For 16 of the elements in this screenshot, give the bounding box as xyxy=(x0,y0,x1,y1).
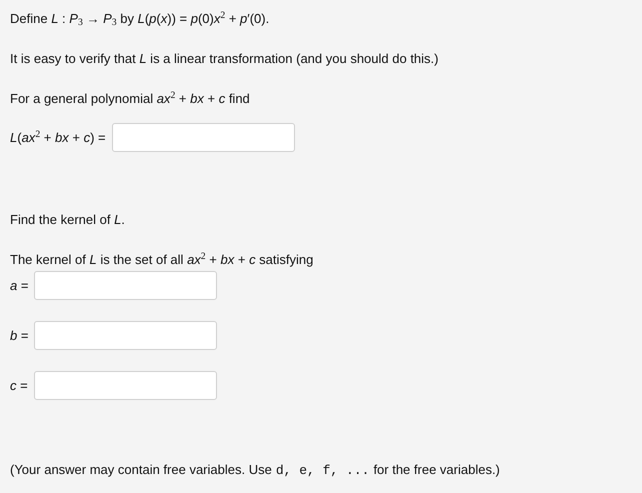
question-text: Find the kernel of L. xyxy=(10,211,126,229)
code-text: d, e, f, ... xyxy=(276,462,370,480)
field-label: L(ax$^{2}$ + bx + c) = xyxy=(10,128,106,147)
note-text: for the free variables.) xyxy=(373,461,500,479)
answer-field[interactable] xyxy=(112,123,295,152)
answer-field[interactable] xyxy=(34,271,218,300)
note-text: (Your answer may contain free variables. Use xyxy=(10,461,272,479)
problem-statement: Define L : P$_{3}$ → P$_{3}$ by L(p(x)) = p(0)x$^{2}$ + p′(0). xyxy=(10,9,270,29)
field-label: b = xyxy=(10,326,28,345)
question-text: For a general polynomial ax$^{2}$ + bx + c find xyxy=(10,89,251,108)
hint-text: It is easy to verify that L is a linear transformation (and you should do this.) xyxy=(10,50,440,68)
answer-field[interactable] xyxy=(34,371,217,400)
field-label: a = xyxy=(10,276,28,295)
answer-field[interactable] xyxy=(34,321,218,350)
question-text: The kernel of L is the set of all ax$^{2}$ + bx + c satisfying xyxy=(10,250,314,269)
field-label: c = xyxy=(10,376,28,395)
